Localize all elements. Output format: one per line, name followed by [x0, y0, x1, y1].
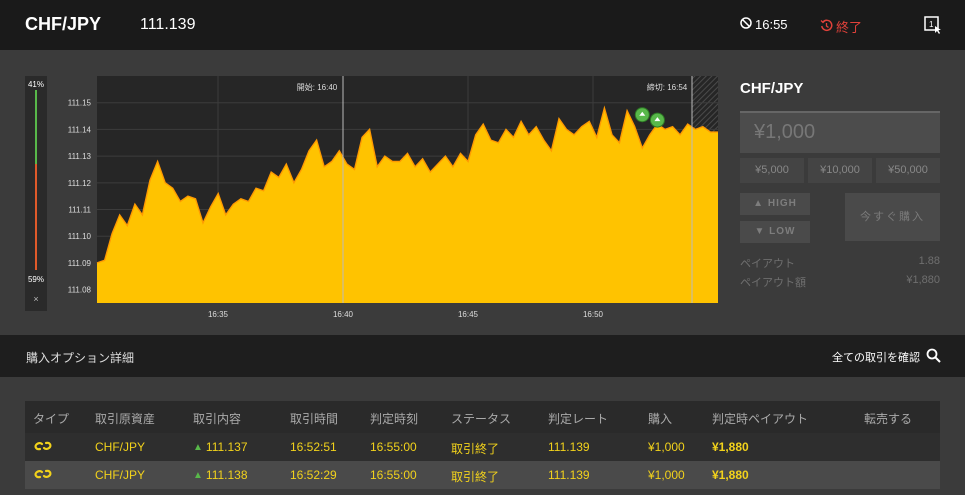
column-header: ステータス — [451, 412, 512, 426]
time-cell: 16:52:29 — [290, 468, 337, 482]
payout-row: ペイアウト 1.88 — [740, 255, 940, 271]
x-tick-label: 16:35 — [208, 310, 229, 319]
trade-panel-pair: CHF/JPY — [740, 80, 804, 97]
pair-title: CHF/JPY — [25, 14, 102, 34]
y-tick-label: 111.11 — [68, 206, 91, 215]
column-header: 取引原資産 — [95, 412, 156, 426]
link-icon — [33, 438, 53, 454]
svg-text:1: 1 — [929, 20, 934, 29]
end-time-label: 締切: 16:54 — [647, 82, 688, 92]
high-percentage: 41% — [27, 80, 44, 89]
table-row[interactable]: CHF/JPY ▲ 111.137 16:52:51 16:55:00 取引終了… — [25, 433, 940, 461]
content-value: 111.138 — [205, 468, 248, 482]
sentiment-gauge: 41% 59% × — [25, 76, 47, 311]
ended-status: 終了 — [820, 17, 862, 36]
section-title: 購入オプション詳細 — [26, 351, 135, 365]
x-tick-label: 16:40 — [333, 310, 354, 319]
y-tick-label: 111.13 — [68, 152, 92, 161]
timer: 16:55 — [740, 17, 788, 32]
payout-cell: ¥1,880 — [712, 440, 749, 454]
status-cell: 取引終了 — [451, 442, 500, 456]
status-cell: 取引終了 — [451, 470, 500, 484]
high-button-label: HIGH — [767, 198, 797, 209]
y-tick-label: 111.09 — [68, 259, 92, 268]
expiry-cell: 16:55:00 — [370, 440, 417, 454]
preset-5000-button[interactable]: ¥5,000 — [740, 158, 804, 183]
payout-amount-label: ペイアウト額 — [740, 277, 806, 289]
amount-cell: ¥1,000 — [648, 468, 685, 482]
time-cell: 16:52:51 — [290, 440, 337, 454]
amount-input[interactable]: ¥1,000 — [740, 111, 940, 153]
preset-50000-button[interactable]: ¥50,000 — [876, 158, 940, 183]
high-button[interactable]: ▲ HIGH — [740, 193, 810, 215]
column-header: 取引時間 — [290, 412, 339, 426]
single-window-icon[interactable]: 1 — [924, 16, 942, 39]
payout-amount-value: ¥1,880 — [906, 274, 940, 286]
view-all-trades-link[interactable]: 全ての取引を確認 — [832, 348, 941, 366]
link-icon — [33, 466, 53, 482]
high-gauge-bar — [35, 90, 37, 164]
search-icon — [926, 348, 941, 366]
column-header: 購入 — [648, 412, 673, 426]
high-arrow-icon: ▲ — [193, 469, 203, 481]
y-tick-label: 111.14 — [68, 125, 92, 134]
asset-cell: CHF/JPY — [95, 440, 146, 454]
content-cell: ▲ 111.137 — [193, 440, 248, 454]
column-header: タイプ — [33, 412, 70, 426]
no-entry-icon — [740, 17, 752, 32]
x-tick-label: 16:50 — [583, 310, 604, 319]
buy-now-button[interactable]: 今すぐ購入 — [845, 193, 940, 241]
expiry-cell: 16:55:00 — [370, 468, 417, 482]
rate-cell: 111.139 — [548, 440, 590, 454]
x-tick-label: 16:45 — [458, 310, 479, 319]
payout-cell: ¥1,880 — [712, 468, 749, 482]
current-rate: 111.139 — [140, 16, 196, 33]
start-time-label: 開始: 16:40 — [297, 82, 338, 92]
high-arrow-icon: ▲ — [193, 441, 203, 453]
low-button-label: LOW — [769, 226, 796, 237]
history-icon — [820, 19, 833, 35]
high-arrow-icon: ▲ — [753, 198, 765, 209]
purchase-details-header: 購入オプション詳細 全ての取引を確認 — [0, 335, 965, 377]
preset-10000-button[interactable]: ¥10,000 — [808, 158, 872, 183]
amount-cell: ¥1,000 — [648, 440, 685, 454]
payout-label: ペイアウト — [740, 258, 795, 270]
low-arrow-icon: ▼ — [754, 226, 766, 237]
content-cell: ▲ 111.138 — [193, 468, 248, 482]
top-bar: CHF/JPY 111.139 16:55 終了 1 — [0, 0, 965, 50]
column-header: 判定レート — [548, 412, 609, 426]
y-tick-label: 111.15 — [68, 99, 92, 108]
rate-cell: 111.139 — [548, 468, 590, 482]
table-row[interactable]: CHF/JPY ▲ 111.138 16:52:29 16:55:00 取引終了… — [25, 461, 940, 489]
close-icon[interactable]: × — [25, 294, 47, 304]
table-header: タイプ 取引原資産 取引内容 取引時間 判定時刻 ステータス 判定レート 購入 … — [25, 401, 940, 433]
y-tick-label: 111.12 — [68, 179, 92, 188]
payout-value: 1.88 — [918, 255, 940, 267]
timer-value: 16:55 — [755, 17, 788, 32]
low-percentage: 59% — [27, 275, 44, 284]
trades-table: タイプ 取引原資産 取引内容 取引時間 判定時刻 ステータス 判定レート 購入 … — [25, 401, 940, 489]
price-chart: 111.15 111.14 111.13 111.12 111.11 111.10 111.… — [68, 76, 718, 319]
low-gauge-bar — [35, 164, 37, 270]
content-value: 111.137 — [205, 440, 248, 454]
asset-cell: CHF/JPY — [95, 468, 146, 482]
y-tick-label: 111.10 — [68, 232, 92, 241]
y-tick-label: 111.08 — [68, 286, 92, 295]
column-header: 判定時ペイアウト — [712, 412, 809, 426]
ended-label: 終了 — [836, 20, 863, 35]
column-header: 判定時刻 — [370, 412, 419, 426]
low-button[interactable]: ▼ LOW — [740, 221, 810, 243]
column-header: 取引内容 — [193, 412, 242, 426]
view-all-label: 全ての取引を確認 — [832, 352, 920, 364]
column-header: 転売する — [864, 412, 913, 426]
payout-amount-row: ペイアウト額 ¥1,880 — [740, 274, 940, 290]
